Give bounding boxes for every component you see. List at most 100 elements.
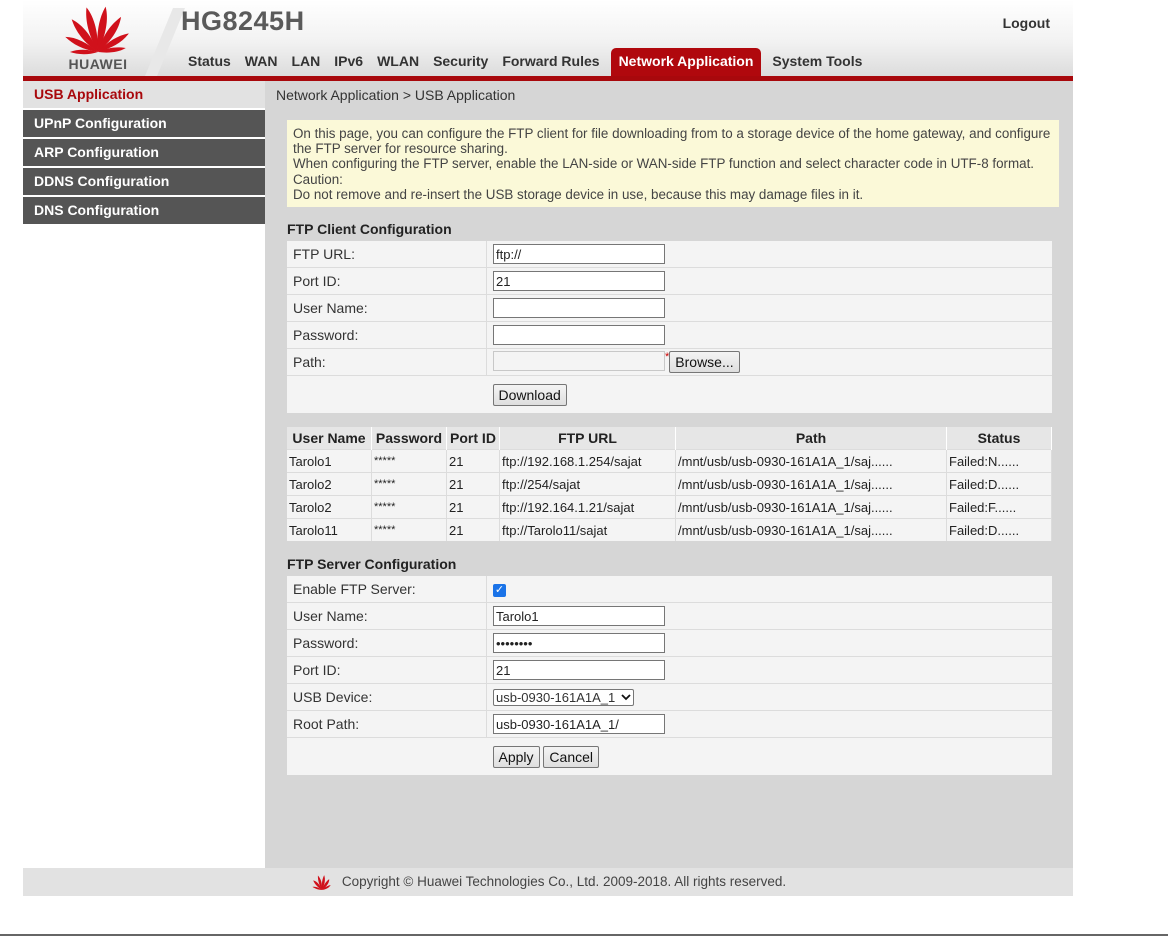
model-title: HG8245H <box>181 6 305 36</box>
brand-name: HUAWEI <box>68 56 128 72</box>
cell-ftp-url: ftp://254/sajat <box>499 472 676 496</box>
server-port-id-input[interactable] <box>493 660 665 680</box>
cell-password: ***** <box>371 472 447 496</box>
server-port-id-label: Port ID: <box>287 656 487 684</box>
huawei-petals-icon <box>65 6 129 55</box>
cell-port-id: 21 <box>446 518 500 541</box>
tab-wan[interactable]: WAN <box>238 48 285 76</box>
tab-system-tools[interactable]: System Tools <box>765 48 869 76</box>
copyright-text: Copyright © Huawei Technologies Co., Ltd… <box>341 874 787 889</box>
enable-ftp-server-label: Enable FTP Server: <box>287 576 487 603</box>
tab-forward-rules[interactable]: Forward Rules <box>495 48 606 76</box>
port-id-label: Port ID: <box>287 267 487 295</box>
cell-password: ***** <box>371 449 447 473</box>
table-row[interactable]: Tarolo11 ***** 21 ftp://Tarolo11/sajat/mnt/… <box>287 518 1052 541</box>
root-path-label: Root Path: <box>287 710 487 738</box>
password-input[interactable] <box>493 325 665 345</box>
huawei-logo: HUAWEI <box>45 2 151 72</box>
cell-ftp-url: ftp://192.164.1.21/sajat <box>499 495 676 519</box>
path-input[interactable] <box>493 351 665 372</box>
cell-path: /mnt/usb/usb-0930-161A1A_1/saj...... <box>675 472 947 496</box>
column-header-port-id: Port ID <box>446 427 500 450</box>
column-header-path: Path <box>675 427 947 450</box>
usb-device-label: USB Device: <box>287 683 487 711</box>
main-content: Network Application > USB Application On… <box>265 81 1073 868</box>
logout-link[interactable]: Logout <box>1003 15 1050 31</box>
tab-ipv6[interactable]: IPv6 <box>327 48 370 76</box>
sidebar-item-upnp-configuration[interactable]: UPnP Configuration <box>23 110 265 137</box>
server-password-label: Password: <box>287 629 487 657</box>
usb-device-value: usb-0930-161A1A_1 <box>496 689 616 705</box>
port-id-input[interactable] <box>493 271 665 291</box>
table-row[interactable]: Tarolo2 ***** 21 ftp://192.164.1.21/sajat/m… <box>287 495 1052 519</box>
download-button[interactable]: Download <box>492 383 567 406</box>
browse-button[interactable]: Browse... <box>669 351 740 373</box>
router-admin-frame: HUAWEI HG8245H Logout Status WAN LAN IPv… <box>23 0 1073 896</box>
server-user-name-input[interactable] <box>493 606 665 626</box>
notice-line: When configuring the FTP server, enable … <box>293 156 1035 172</box>
breadcrumb: Network Application > USB Application <box>276 87 516 103</box>
cell-user-name: Tarolo11 <box>287 518 372 541</box>
ftp-url-label: FTP URL: <box>287 241 487 268</box>
tab-wlan[interactable]: WLAN <box>370 48 426 76</box>
cell-port-id: 21 <box>446 495 500 519</box>
notice-line: Caution: <box>293 171 343 187</box>
cell-user-name: Tarolo2 <box>287 472 372 496</box>
cell-status: Failed:D...... <box>946 518 1052 541</box>
tab-network-application[interactable]: Network Application <box>610 48 762 76</box>
ftp-server-form: Enable FTP Server: ✓ User Name: Password… <box>287 576 1052 775</box>
main-nav: Status WAN LAN IPv6 WLAN Security Forwar… <box>181 48 869 76</box>
sidebar-item-arp-configuration[interactable]: ARP Configuration <box>23 139 265 166</box>
ftp-url-input[interactable] <box>493 244 665 264</box>
table-row[interactable]: Tarolo2 ***** 21 ftp://254/sajat/mnt/usb/us… <box>287 472 1052 496</box>
enable-ftp-server-checkbox[interactable]: ✓ <box>493 583 506 597</box>
cell-password: ***** <box>371 518 447 541</box>
root-path-input[interactable] <box>493 714 665 734</box>
ftp-server-title: FTP Server Configuration <box>287 556 457 572</box>
cancel-button[interactable]: Cancel <box>543 745 600 768</box>
server-password-input[interactable] <box>493 633 665 653</box>
sidebar-item-usb-application[interactable]: USB Application <box>23 81 265 108</box>
cell-password: ***** <box>371 495 447 519</box>
apply-button[interactable]: Apply <box>492 745 540 768</box>
cell-ftp-url: ftp://Tarolo11/sajat <box>499 518 676 541</box>
sidebar-item-ddns-configuration[interactable]: DDNS Configuration <box>23 168 265 195</box>
cell-path: /mnt/usb/usb-0930-161A1A_1/saj...... <box>675 495 947 519</box>
download-tasks-table: User Name Password Port ID FTP URL Path … <box>287 427 1052 541</box>
huawei-logo-icon <box>312 875 331 891</box>
ftp-client-title: FTP Client Configuration <box>287 221 452 237</box>
footer: Copyright © Huawei Technologies Co., Ltd… <box>23 868 1073 896</box>
cell-ftp-url: ftp://192.168.1.254/sajat <box>499 449 676 473</box>
tab-lan[interactable]: LAN <box>284 48 327 76</box>
sidebar: USB Application UPnP Configuration ARP C… <box>23 81 265 868</box>
notice-line: Do not remove and re-insert the USB stor… <box>293 186 864 202</box>
spacer <box>287 376 487 414</box>
notice-line: On this page, you can configure the FTP … <box>293 126 1051 157</box>
cell-user-name: Tarolo2 <box>287 495 372 519</box>
user-name-input[interactable] <box>493 298 665 318</box>
spacer <box>287 738 487 776</box>
cell-path: /mnt/usb/usb-0930-161A1A_1/saj...... <box>675 449 947 473</box>
cell-path: /mnt/usb/usb-0930-161A1A_1/saj...... <box>675 518 947 541</box>
usb-device-select[interactable]: usb-0930-161A1A_1 <box>493 688 634 706</box>
sidebar-item-dns-configuration[interactable]: DNS Configuration <box>23 197 265 224</box>
cell-user-name: Tarolo1 <box>287 449 372 473</box>
cell-port-id: 21 <box>446 472 500 496</box>
column-header-user-name: User Name <box>287 427 372 450</box>
cell-status: Failed:D...... <box>946 472 1052 496</box>
ftp-client-form: FTP URL: Port ID: User Name: Password: P… <box>287 241 1052 413</box>
tab-status[interactable]: Status <box>181 48 238 76</box>
cell-status: Failed:N...... <box>946 449 1052 473</box>
server-user-name-label: User Name: <box>287 602 487 630</box>
column-header-status: Status <box>946 427 1052 450</box>
notice-box: On this page, you can configure the FTP … <box>287 120 1059 208</box>
tab-security[interactable]: Security <box>426 48 495 76</box>
column-header-ftp-url: FTP URL <box>499 427 676 450</box>
header: HUAWEI HG8245H Logout Status WAN LAN IPv… <box>23 0 1073 76</box>
column-header-password: Password <box>371 427 447 450</box>
table-row[interactable]: Tarolo1 ***** 21 ftp://192.168.1.254/sajat /… <box>287 449 1052 473</box>
header-divider <box>145 8 185 76</box>
user-name-label: User Name: <box>287 294 487 322</box>
path-label: Path: <box>287 348 487 376</box>
cell-status: Failed:F...... <box>946 495 1052 519</box>
